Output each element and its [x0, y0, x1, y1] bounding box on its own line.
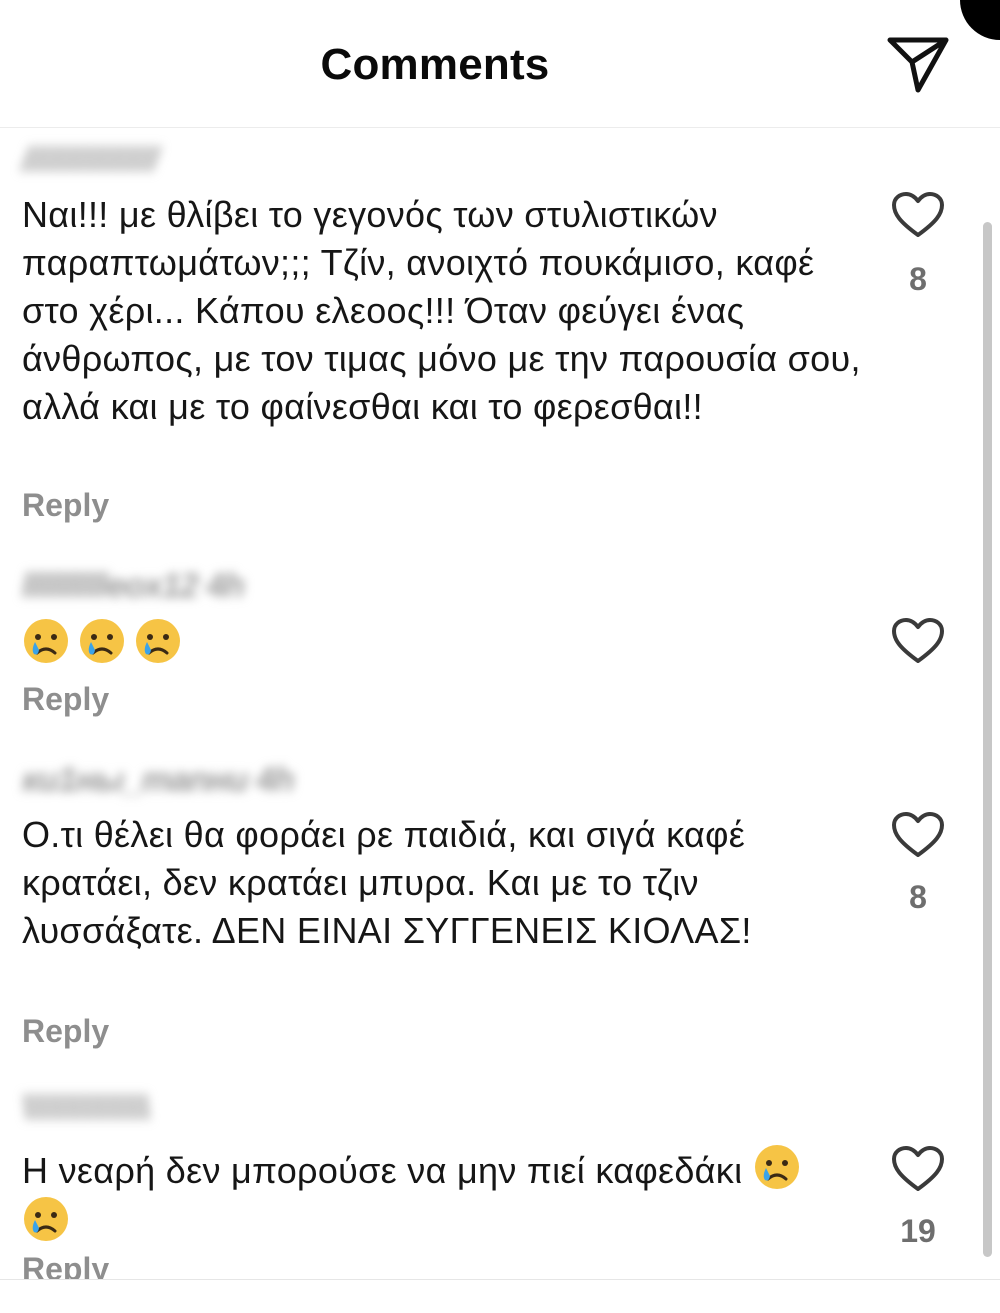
- crying-face-emoji: [754, 1145, 799, 1189]
- reply-button[interactable]: Reply: [22, 487, 109, 524]
- comments-header: Comments: [0, 0, 1000, 128]
- like-count: 19: [900, 1213, 936, 1249]
- comment-emoji-text: [22, 617, 862, 669]
- crying-face-emoji: [24, 619, 68, 663]
- comment-username[interactable]: ////////////////: [22, 141, 158, 180]
- crying-face-emoji: [80, 619, 124, 663]
- like-count: 8: [909, 879, 927, 915]
- heart-icon[interactable]: [890, 811, 946, 859]
- scrollbar[interactable]: [983, 222, 992, 1257]
- comment-input-bar: [0, 1279, 1000, 1313]
- like-count: 8: [909, 261, 927, 297]
- heart-icon[interactable]: [890, 191, 946, 239]
- comment-username[interactable]: lllllllllleox12 4h: [22, 567, 245, 606]
- heart-icon[interactable]: [890, 617, 946, 665]
- comment-text: Ο.τι θέλει θα φοράει ρε παιδιά, και σιγά…: [22, 814, 752, 951]
- comment-text-wrap: Η νεαρή δεν μπορούσε να μην πιεί καφεδάκ…: [22, 1143, 862, 1247]
- comment-username[interactable]: \\\\\\\\\\\\\\\: [22, 1089, 150, 1128]
- page-title: Comments: [320, 40, 550, 89]
- comment-text: Ναι!!! με θλίβει το γεγονός των στυλιστι…: [22, 194, 861, 427]
- comment-text: Η νεαρή δεν μπορούσε να μην πιεί καφεδάκ…: [22, 1150, 743, 1191]
- reply-button[interactable]: Reply: [22, 1251, 109, 1279]
- crying-face-emoji: [24, 1197, 68, 1241]
- crying-face-emoji: [136, 619, 180, 663]
- reply-button[interactable]: Reply: [22, 1013, 109, 1050]
- heart-icon[interactable]: [890, 1145, 946, 1193]
- comment-username[interactable]: ки1ны_manни 4h: [22, 761, 295, 800]
- send-icon[interactable]: [884, 32, 954, 96]
- reply-button[interactable]: Reply: [22, 681, 109, 718]
- comment-list[interactable]: //////////////// Ναι!!! με θλίβει το γεγ…: [0, 129, 1000, 1279]
